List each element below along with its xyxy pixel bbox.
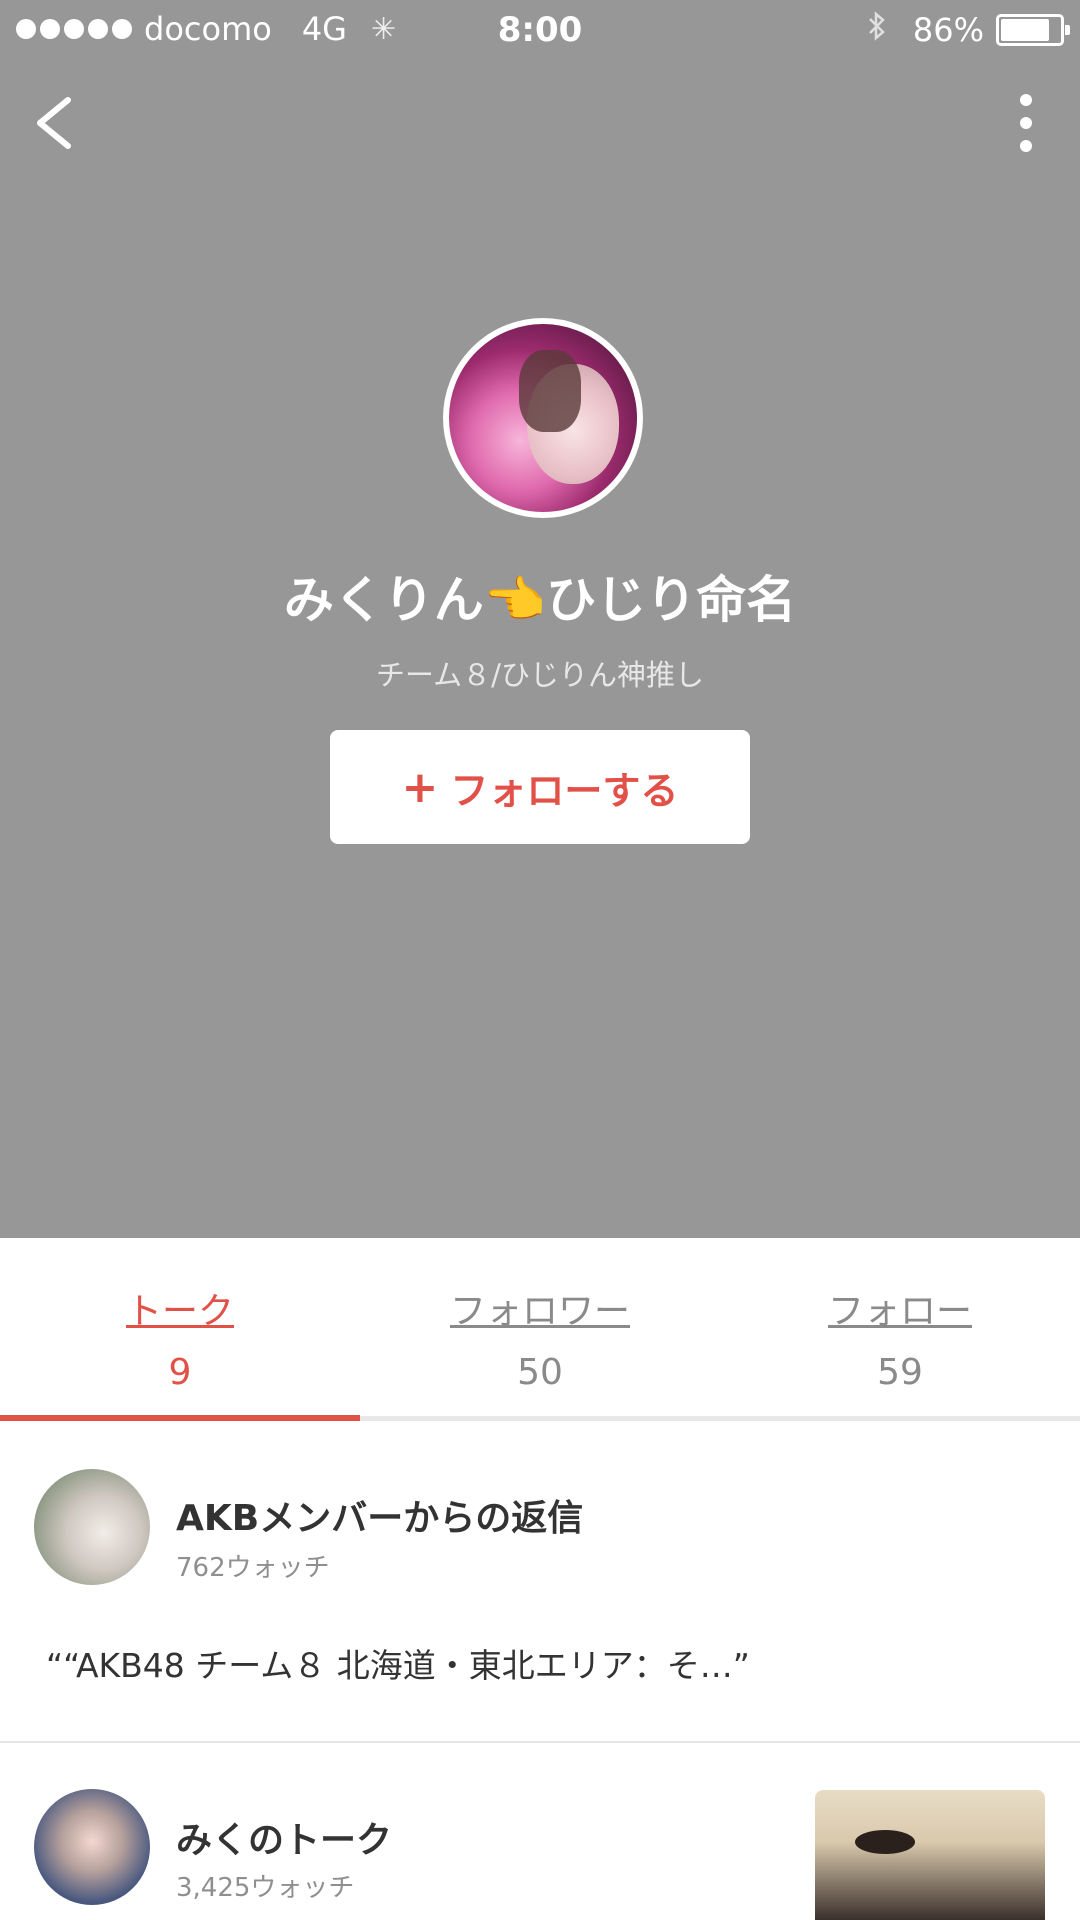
profile-name: みくりん👈ひじり命名 [283, 571, 797, 629]
avatar[interactable] [443, 318, 643, 518]
talk-quote: ““AKB48 チーム８ 北海道・東北エリア：そ…” [46, 1646, 750, 1685]
status-right: 86% [867, 10, 1070, 50]
tab-followers-label: フォロワー [449, 1291, 630, 1332]
battery-percentage: 86% [912, 11, 984, 49]
tab-following-label: フォロー [827, 1291, 972, 1332]
talk-card[interactable]: AKBメンバーからの返信 762ウォッチ ““AKB48 チーム８ 北海道・東北… [0, 1421, 1080, 1741]
tab-followers-count: 50 [517, 1352, 563, 1393]
follow-button[interactable]: + フォローする [330, 730, 750, 844]
tab-followers[interactable]: フォロワー 50 [360, 1282, 720, 1393]
battery-fill [1001, 19, 1049, 41]
plus-icon: + [401, 761, 439, 813]
tab-talk-label: トーク [125, 1291, 234, 1332]
profile-header: docomo 4G ✳ 8:00 86% みくりん👈ひじり命名 チーム８/ひじり… [0, 0, 1080, 1238]
talk-watch-count: 3,425ウォッチ [176, 1873, 355, 1903]
tab-following-count: 59 [877, 1352, 923, 1393]
bluetooth-icon [867, 10, 887, 50]
back-button[interactable] [30, 88, 90, 158]
status-bar: docomo 4G ✳ 8:00 86% [0, 0, 1080, 58]
tab-talk[interactable]: トーク 9 [0, 1282, 360, 1393]
more-button[interactable] [1006, 88, 1046, 158]
tab-talk-count: 9 [168, 1352, 192, 1393]
tab-following[interactable]: フォロー 59 [720, 1282, 1080, 1393]
more-vertical-icon [1020, 94, 1032, 152]
profile-tabs: トーク 9 フォロワー 50 フォロー 59 [0, 1238, 1080, 1420]
talk-photo[interactable] [815, 1790, 1045, 1920]
avatar-hair [519, 350, 581, 432]
follow-button-label: フォローする [450, 768, 679, 813]
battery-icon [996, 14, 1070, 46]
talk-title: AKBメンバーからの返信 [176, 1498, 584, 1539]
talk-thumbnail [34, 1469, 150, 1585]
talk-watch-count: 762ウォッチ [176, 1553, 330, 1583]
talk-title: みくのトーク [176, 1820, 393, 1861]
profile-bio: チーム８/ひじりん神推し [376, 658, 704, 692]
chevron-left-icon [37, 97, 71, 149]
photo-detail [855, 1830, 915, 1854]
talk-thumbnail [34, 1789, 150, 1905]
